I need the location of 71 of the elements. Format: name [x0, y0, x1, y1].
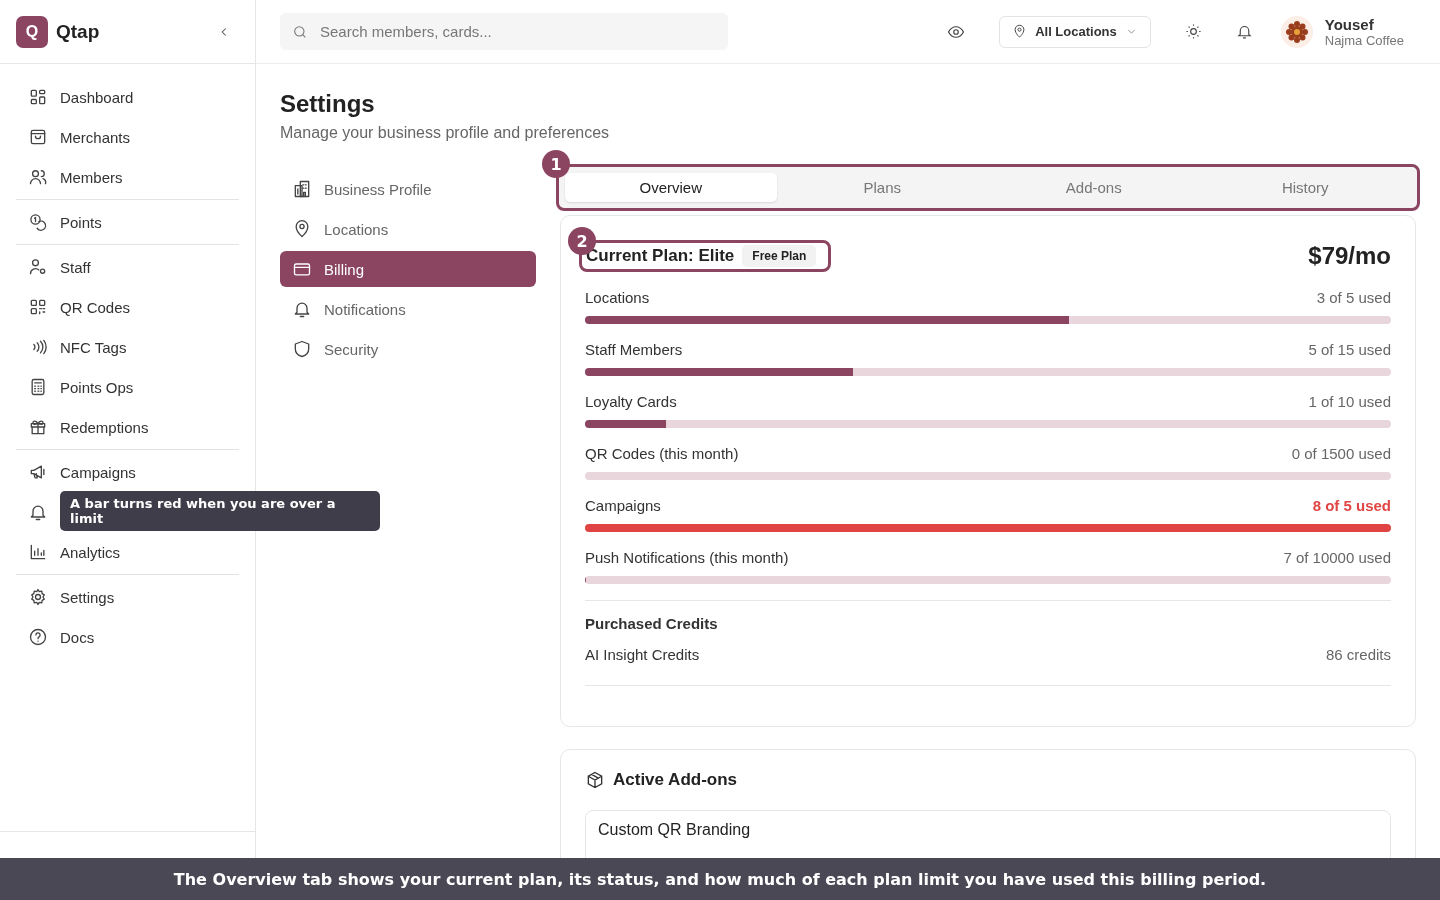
usage-reading: 0 of 1500 used [1291, 445, 1391, 462]
usage-label: Staff Members [585, 341, 683, 358]
business-name: Najma Coffee [1324, 32, 1404, 48]
credit-label: AI Insight Credits [585, 646, 700, 663]
bar-chart-icon [28, 542, 48, 562]
tab[interactable]: History [1199, 173, 1411, 202]
tooltip: A bar turns red when you are over a limit [60, 491, 380, 531]
help-icon [28, 627, 48, 647]
tab[interactable]: Overview [565, 173, 777, 202]
users-icon [28, 167, 48, 187]
bag-icon [28, 127, 48, 147]
app-logo: Q [16, 15, 48, 48]
section-title: Active Add-ons [613, 770, 738, 790]
avatar[interactable] [1280, 15, 1313, 48]
usage-reading: 3 of 5 used [1316, 289, 1391, 306]
gear-icon [28, 587, 48, 607]
plan-title: Current Plan: Elite [586, 246, 735, 266]
search-field[interactable]: Search members, cards... [280, 13, 728, 50]
usage-label: Locations [585, 289, 650, 306]
plan-badge: Free Plan [742, 245, 817, 267]
user-gear-icon [28, 257, 48, 277]
usage-reading: 8 of 5 used [1312, 497, 1391, 514]
settings-nav-item[interactable]: Security [280, 331, 536, 367]
nav-item[interactable]: Campaigns [16, 452, 239, 492]
addon-name: Custom QR Branding [598, 821, 751, 838]
usage-label: Loyalty Cards [585, 393, 677, 410]
grid-icon [28, 87, 48, 107]
gift-icon [28, 417, 48, 437]
bell-icon[interactable] [1235, 23, 1253, 40]
sun-icon[interactable] [1184, 23, 1202, 40]
settings-nav-item[interactable]: Locations [280, 211, 536, 247]
nav-item[interactable]: Redemptions [16, 407, 239, 447]
building-icon [292, 179, 312, 199]
page-subtitle: Manage your business profile and preferences [280, 124, 611, 142]
nav-item[interactable]: Analytics [16, 532, 239, 572]
box-icon [585, 770, 605, 790]
callout-number: 1 [542, 150, 570, 178]
settings-nav-item[interactable]: Billing [280, 251, 536, 287]
section-title: Purchased Credits [585, 615, 719, 632]
coins-icon [28, 212, 48, 232]
tab[interactable]: Plans [776, 173, 988, 202]
nav-item[interactable]: NFC Tags [16, 327, 239, 367]
usage-reading: 1 of 10 used [1308, 393, 1391, 410]
plan-price: $79/mo [1308, 242, 1391, 270]
nav-item[interactable]: Dashboard [16, 77, 239, 117]
nav-item[interactable]: Points [16, 202, 239, 242]
nav-item[interactable]: Points Ops [16, 367, 239, 407]
usage-reading: 7 of 10000 used [1283, 549, 1391, 566]
qr-code-icon [28, 297, 48, 317]
app-name: Qtap [56, 20, 101, 43]
usage-label: Push Notifications (this month) [585, 549, 789, 566]
nav-item[interactable]: Members [16, 157, 239, 197]
search-icon [292, 23, 308, 40]
location-select[interactable]: All Locations [999, 15, 1151, 48]
page-title: Settings [280, 90, 376, 118]
shield-icon [292, 339, 312, 359]
nav-item[interactable]: Settings [16, 577, 239, 617]
user-name: Yousef [1324, 15, 1375, 33]
nav-item[interactable]: Merchants [16, 117, 239, 157]
usage-label: QR Codes (this month) [585, 445, 739, 462]
nav-item[interactable]: Docs [16, 617, 239, 657]
usage-label: Campaigns [585, 497, 661, 514]
settings-nav-item[interactable]: Business Profile [280, 171, 536, 207]
caption-bar: The Overview tab shows your current plan, its status, and how much of each plan limit you have used this billing period. [0, 858, 1440, 900]
tab[interactable]: Add-ons [988, 173, 1200, 202]
nav-item[interactable]: Staff [16, 247, 239, 287]
nav-item[interactable]: QR Codes [16, 287, 239, 327]
usage-reading: 5 of 15 used [1308, 341, 1391, 358]
credit-amount: 86 credits [1325, 646, 1391, 663]
search-input[interactable]: Search members, cards... [318, 22, 716, 41]
settings-nav-item[interactable]: Notifications [280, 291, 536, 327]
